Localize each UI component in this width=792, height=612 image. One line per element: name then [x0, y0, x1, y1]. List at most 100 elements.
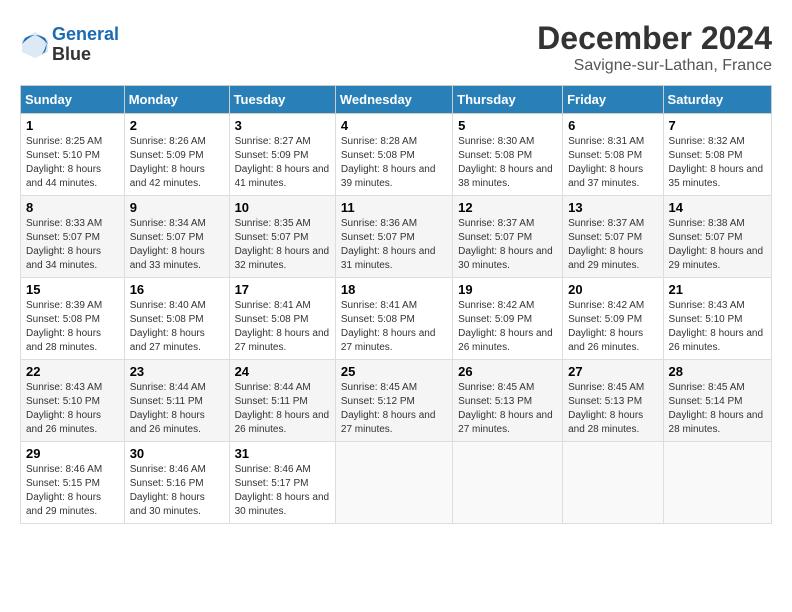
page-header: General Blue December 2024 Savigne-sur-L…	[20, 20, 772, 75]
day-number: 24	[235, 364, 330, 379]
day-info: Sunrise: 8:45 AM Sunset: 5:13 PM Dayligh…	[458, 381, 557, 437]
day-info: Sunrise: 8:37 AM Sunset: 5:07 PM Dayligh…	[568, 217, 657, 273]
title-block: December 2024 Savigne-sur-Lathan, France	[537, 20, 772, 75]
day-number: 25	[341, 364, 447, 379]
day-number: 13	[568, 200, 657, 215]
day-info: Sunrise: 8:30 AM Sunset: 5:08 PM Dayligh…	[458, 135, 557, 191]
calendar-cell: 5 Sunrise: 8:30 AM Sunset: 5:08 PM Dayli…	[453, 114, 563, 196]
calendar-cell: 12 Sunrise: 8:37 AM Sunset: 5:07 PM Dayl…	[453, 196, 563, 278]
day-info: Sunrise: 8:27 AM Sunset: 5:09 PM Dayligh…	[235, 135, 330, 191]
day-number: 10	[235, 200, 330, 215]
day-info: Sunrise: 8:37 AM Sunset: 5:07 PM Dayligh…	[458, 217, 557, 273]
calendar-cell	[663, 442, 771, 524]
day-number: 30	[130, 446, 224, 461]
day-info: Sunrise: 8:45 AM Sunset: 5:14 PM Dayligh…	[669, 381, 766, 437]
day-info: Sunrise: 8:43 AM Sunset: 5:10 PM Dayligh…	[669, 299, 766, 355]
day-info: Sunrise: 8:34 AM Sunset: 5:07 PM Dayligh…	[130, 217, 224, 273]
day-number: 8	[26, 200, 119, 215]
calendar-cell: 2 Sunrise: 8:26 AM Sunset: 5:09 PM Dayli…	[124, 114, 229, 196]
logo-line1: General	[52, 24, 119, 44]
calendar-cell: 16 Sunrise: 8:40 AM Sunset: 5:08 PM Dayl…	[124, 278, 229, 360]
day-number: 15	[26, 282, 119, 297]
calendar-cell: 7 Sunrise: 8:32 AM Sunset: 5:08 PM Dayli…	[663, 114, 771, 196]
calendar-cell: 19 Sunrise: 8:42 AM Sunset: 5:09 PM Dayl…	[453, 278, 563, 360]
day-number: 2	[130, 118, 224, 133]
day-info: Sunrise: 8:46 AM Sunset: 5:15 PM Dayligh…	[26, 463, 119, 519]
month-title: December 2024	[537, 20, 772, 57]
calendar-cell: 23 Sunrise: 8:44 AM Sunset: 5:11 PM Dayl…	[124, 360, 229, 442]
day-number: 11	[341, 200, 447, 215]
day-number: 4	[341, 118, 447, 133]
calendar-cell: 21 Sunrise: 8:43 AM Sunset: 5:10 PM Dayl…	[663, 278, 771, 360]
logo-line2: Blue	[52, 45, 119, 65]
day-number: 18	[341, 282, 447, 297]
calendar-cell: 20 Sunrise: 8:42 AM Sunset: 5:09 PM Dayl…	[563, 278, 663, 360]
weekday-header: Thursday	[453, 86, 563, 114]
calendar-cell: 6 Sunrise: 8:31 AM Sunset: 5:08 PM Dayli…	[563, 114, 663, 196]
calendar-cell: 10 Sunrise: 8:35 AM Sunset: 5:07 PM Dayl…	[229, 196, 335, 278]
day-number: 5	[458, 118, 557, 133]
day-info: Sunrise: 8:39 AM Sunset: 5:08 PM Dayligh…	[26, 299, 119, 355]
calendar-cell: 15 Sunrise: 8:39 AM Sunset: 5:08 PM Dayl…	[21, 278, 125, 360]
calendar-week-row: 29 Sunrise: 8:46 AM Sunset: 5:15 PM Dayl…	[21, 442, 772, 524]
calendar-cell: 22 Sunrise: 8:43 AM Sunset: 5:10 PM Dayl…	[21, 360, 125, 442]
calendar-cell: 11 Sunrise: 8:36 AM Sunset: 5:07 PM Dayl…	[335, 196, 452, 278]
day-info: Sunrise: 8:43 AM Sunset: 5:10 PM Dayligh…	[26, 381, 119, 437]
day-info: Sunrise: 8:35 AM Sunset: 5:07 PM Dayligh…	[235, 217, 330, 273]
day-info: Sunrise: 8:44 AM Sunset: 5:11 PM Dayligh…	[130, 381, 224, 437]
day-number: 23	[130, 364, 224, 379]
weekday-header: Wednesday	[335, 86, 452, 114]
day-number: 26	[458, 364, 557, 379]
day-info: Sunrise: 8:28 AM Sunset: 5:08 PM Dayligh…	[341, 135, 447, 191]
calendar-cell: 8 Sunrise: 8:33 AM Sunset: 5:07 PM Dayli…	[21, 196, 125, 278]
day-info: Sunrise: 8:31 AM Sunset: 5:08 PM Dayligh…	[568, 135, 657, 191]
day-info: Sunrise: 8:41 AM Sunset: 5:08 PM Dayligh…	[235, 299, 330, 355]
day-number: 14	[669, 200, 766, 215]
day-info: Sunrise: 8:26 AM Sunset: 5:09 PM Dayligh…	[130, 135, 224, 191]
day-number: 9	[130, 200, 224, 215]
day-number: 3	[235, 118, 330, 133]
calendar-cell: 26 Sunrise: 8:45 AM Sunset: 5:13 PM Dayl…	[453, 360, 563, 442]
day-number: 27	[568, 364, 657, 379]
day-number: 29	[26, 446, 119, 461]
location-subtitle: Savigne-sur-Lathan, France	[537, 57, 772, 75]
calendar-cell: 30 Sunrise: 8:46 AM Sunset: 5:16 PM Dayl…	[124, 442, 229, 524]
day-info: Sunrise: 8:45 AM Sunset: 5:12 PM Dayligh…	[341, 381, 447, 437]
day-number: 19	[458, 282, 557, 297]
calendar-cell: 28 Sunrise: 8:45 AM Sunset: 5:14 PM Dayl…	[663, 360, 771, 442]
day-info: Sunrise: 8:33 AM Sunset: 5:07 PM Dayligh…	[26, 217, 119, 273]
calendar-cell: 29 Sunrise: 8:46 AM Sunset: 5:15 PM Dayl…	[21, 442, 125, 524]
calendar-cell: 9 Sunrise: 8:34 AM Sunset: 5:07 PM Dayli…	[124, 196, 229, 278]
day-info: Sunrise: 8:40 AM Sunset: 5:08 PM Dayligh…	[130, 299, 224, 355]
day-info: Sunrise: 8:46 AM Sunset: 5:16 PM Dayligh…	[130, 463, 224, 519]
day-info: Sunrise: 8:42 AM Sunset: 5:09 PM Dayligh…	[458, 299, 557, 355]
day-number: 16	[130, 282, 224, 297]
calendar-week-row: 15 Sunrise: 8:39 AM Sunset: 5:08 PM Dayl…	[21, 278, 772, 360]
day-info: Sunrise: 8:44 AM Sunset: 5:11 PM Dayligh…	[235, 381, 330, 437]
weekday-header: Sunday	[21, 86, 125, 114]
weekday-header: Monday	[124, 86, 229, 114]
calendar-table: SundayMondayTuesdayWednesdayThursdayFrid…	[20, 85, 772, 524]
calendar-cell: 25 Sunrise: 8:45 AM Sunset: 5:12 PM Dayl…	[335, 360, 452, 442]
day-number: 28	[669, 364, 766, 379]
calendar-cell: 4 Sunrise: 8:28 AM Sunset: 5:08 PM Dayli…	[335, 114, 452, 196]
day-info: Sunrise: 8:36 AM Sunset: 5:07 PM Dayligh…	[341, 217, 447, 273]
day-number: 20	[568, 282, 657, 297]
day-number: 7	[669, 118, 766, 133]
calendar-week-row: 8 Sunrise: 8:33 AM Sunset: 5:07 PM Dayli…	[21, 196, 772, 278]
calendar-cell: 14 Sunrise: 8:38 AM Sunset: 5:07 PM Dayl…	[663, 196, 771, 278]
calendar-cell: 1 Sunrise: 8:25 AM Sunset: 5:10 PM Dayli…	[21, 114, 125, 196]
calendar-cell: 13 Sunrise: 8:37 AM Sunset: 5:07 PM Dayl…	[563, 196, 663, 278]
day-info: Sunrise: 8:42 AM Sunset: 5:09 PM Dayligh…	[568, 299, 657, 355]
calendar-cell: 3 Sunrise: 8:27 AM Sunset: 5:09 PM Dayli…	[229, 114, 335, 196]
calendar-cell: 18 Sunrise: 8:41 AM Sunset: 5:08 PM Dayl…	[335, 278, 452, 360]
day-info: Sunrise: 8:38 AM Sunset: 5:07 PM Dayligh…	[669, 217, 766, 273]
logo-icon	[20, 30, 50, 60]
weekday-header: Saturday	[663, 86, 771, 114]
day-number: 6	[568, 118, 657, 133]
calendar-cell	[335, 442, 452, 524]
day-info: Sunrise: 8:46 AM Sunset: 5:17 PM Dayligh…	[235, 463, 330, 519]
calendar-cell	[563, 442, 663, 524]
day-info: Sunrise: 8:45 AM Sunset: 5:13 PM Dayligh…	[568, 381, 657, 437]
calendar-header: SundayMondayTuesdayWednesdayThursdayFrid…	[21, 86, 772, 114]
